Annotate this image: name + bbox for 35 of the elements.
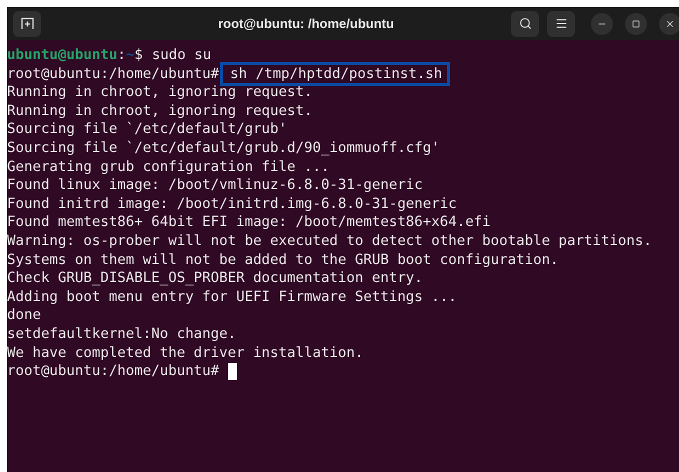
maximize-icon bbox=[632, 20, 640, 28]
prompt-user-host: ubuntu@ubuntu bbox=[7, 46, 118, 65]
window-title: root@ubuntu: /home/ubuntu bbox=[218, 14, 394, 33]
highlighted-command: sh /tmp/hptdd/postinst.sh bbox=[220, 62, 450, 86]
output-line: Found memtest86+ 64bit EFI image: /boot/memtest86+x64.efi bbox=[7, 213, 492, 232]
prompt-path: ~ bbox=[126, 46, 134, 65]
output-line: Generating grub configuration file ... bbox=[7, 158, 330, 176]
new-tab-icon bbox=[20, 17, 34, 30]
search-icon bbox=[518, 17, 532, 30]
output-line: Running in chroot, ignoring request. bbox=[7, 102, 314, 120]
output-line: Check GRUB_DISABLE_OS_PROBER documentation entry. bbox=[7, 269, 424, 288]
maximize-button[interactable] bbox=[625, 12, 647, 34]
text-cursor bbox=[228, 362, 238, 380]
output-line: Found initrd image: /boot/initrd.img-6.8.0-31-generic bbox=[7, 194, 458, 214]
close-button[interactable] bbox=[659, 12, 679, 34]
output-line: Sourcing file `/etc/default/grub.d/90_iommuoff.cfg' bbox=[7, 138, 441, 158]
output-line: Adding boot menu entry for UEFI Firmware Settings ... bbox=[7, 288, 458, 306]
output-line: setdefaultkernel:No change. bbox=[7, 324, 238, 344]
output-line: Warning: os-prober will not be executed to detect other bootable partitions. bbox=[7, 232, 653, 251]
close-icon bbox=[665, 18, 675, 28]
command-text: sudo su bbox=[152, 46, 212, 65]
prompt-separator: : bbox=[117, 46, 126, 65]
prompt-text: root@ubuntu:/home/ubuntu# bbox=[7, 64, 220, 84]
output-line: done bbox=[7, 306, 42, 325]
search-button[interactable] bbox=[511, 10, 539, 36]
new-tab-button[interactable] bbox=[13, 10, 41, 36]
prompt-text: root@ubuntu:/home/ubuntu# bbox=[7, 362, 220, 381]
output-line: Sourcing file `/etc/default/grub' bbox=[7, 120, 288, 139]
output-line: Systems on them will not be added to the GRUB boot configuration. bbox=[7, 250, 560, 270]
menu-icon bbox=[554, 17, 568, 30]
menu-button[interactable] bbox=[547, 10, 575, 36]
output-line: We have completed the driver installation. bbox=[7, 344, 364, 362]
prompt-symbol: $ bbox=[134, 46, 143, 65]
output-line: Running in chroot, ignoring request. bbox=[7, 83, 314, 102]
output-line: Found linux image: /boot/vmlinuz-6.8.0-31-generic bbox=[7, 176, 424, 195]
